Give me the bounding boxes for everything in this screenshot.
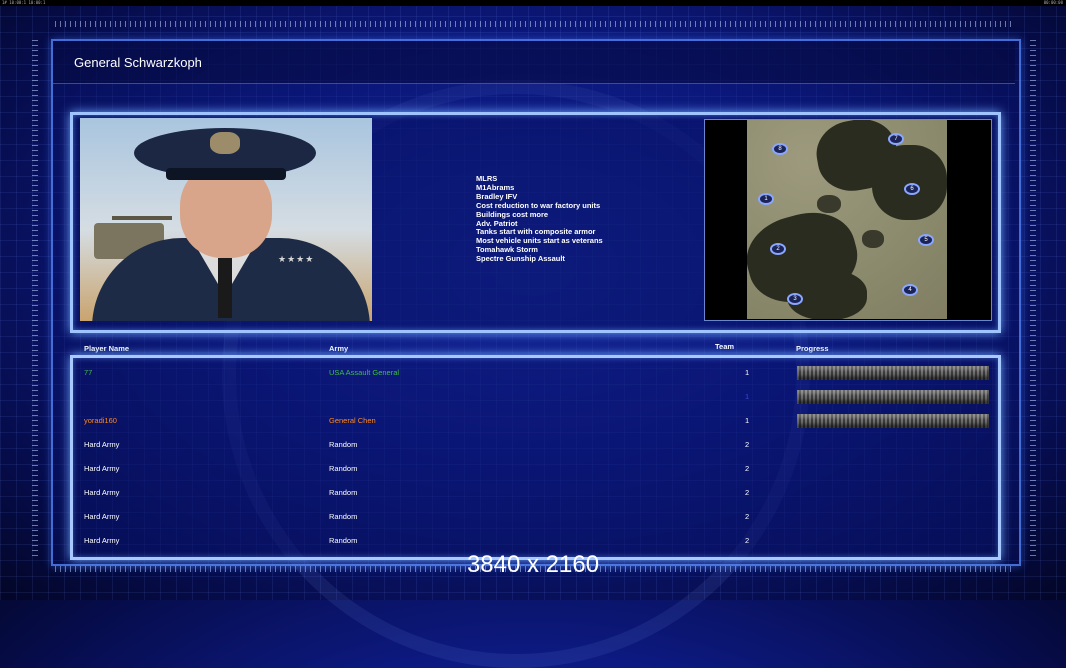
player-team: 2 bbox=[745, 464, 750, 473]
general-title: General Schwarzkoph bbox=[74, 55, 202, 70]
start-position-marker: 7 bbox=[888, 133, 904, 145]
player-row: Hard Army Random 2 bbox=[0, 438, 1066, 452]
player-row: Hard Army Random 2 bbox=[0, 486, 1066, 500]
cap-badge-icon bbox=[210, 132, 240, 154]
header-progress: Progress bbox=[796, 344, 829, 353]
player-team: 2 bbox=[745, 440, 750, 449]
start-position-marker: 2 bbox=[770, 243, 786, 255]
tie-shape bbox=[218, 258, 232, 318]
player-list-panel bbox=[70, 355, 1001, 560]
player-army: Random bbox=[329, 536, 358, 545]
player-army: Random bbox=[329, 512, 358, 521]
player-row: Hard Army Random 2 bbox=[0, 534, 1066, 548]
header-team: Team bbox=[715, 342, 735, 351]
right-ruler bbox=[1030, 40, 1036, 560]
player-army: USA Assault General bbox=[329, 368, 400, 377]
top-ruler bbox=[55, 21, 1011, 27]
player-team: 2 bbox=[745, 488, 750, 497]
player-progress-bar bbox=[797, 390, 989, 404]
header-army: Army bbox=[329, 344, 349, 353]
player-team: 1 bbox=[745, 392, 750, 401]
player-row: Hard Army Random 2 bbox=[0, 462, 1066, 476]
player-name: Hard Army bbox=[84, 512, 120, 521]
player-name: Hard Army bbox=[84, 440, 120, 449]
general-features-list: MLRS M1Abrams Bradley IFV Cost reduction… bbox=[476, 174, 603, 264]
start-position-marker: 5 bbox=[918, 234, 934, 246]
player-row: 77 USA Assault General 1 bbox=[0, 366, 1066, 380]
start-position-marker: 3 bbox=[787, 293, 803, 305]
general-portrait: ★★★★ bbox=[80, 118, 372, 321]
terrain-dark-patch bbox=[817, 195, 841, 213]
player-army: Random bbox=[329, 464, 358, 473]
system-bar: 1# 10:00:1 10:00:1 00:00:00 bbox=[0, 0, 1066, 6]
player-name: yoradi160 bbox=[84, 416, 117, 425]
start-position-marker: 1 bbox=[758, 193, 774, 205]
resolution-label: 3840 x 2160 bbox=[466, 551, 600, 578]
player-name: Hard Army bbox=[84, 488, 120, 497]
player-army: Random bbox=[329, 488, 358, 497]
player-name: 77 bbox=[84, 368, 93, 377]
left-ruler bbox=[32, 40, 38, 560]
player-name: Hard Army bbox=[84, 464, 120, 473]
player-team: 1 bbox=[745, 416, 750, 425]
tank-barrel-shape bbox=[112, 216, 172, 220]
header-player-name: Player Name bbox=[84, 344, 130, 353]
player-row: Hard Army Random 2 bbox=[0, 510, 1066, 524]
player-team: 2 bbox=[745, 536, 750, 545]
player-progress-bar bbox=[797, 366, 989, 380]
player-progress-bar bbox=[797, 414, 989, 428]
system-bar-left-text: 1# 10:00:1 10:00:1 bbox=[2, 0, 46, 5]
player-army: General Chen bbox=[329, 416, 376, 425]
start-position-marker: 6 bbox=[904, 183, 920, 195]
player-name: Hard Army bbox=[84, 536, 120, 545]
system-bar-right-text: 00:00:00 bbox=[1043, 0, 1063, 5]
start-position-marker: 4 bbox=[902, 284, 918, 296]
player-row: 1 bbox=[0, 390, 1066, 404]
rank-stars-icon: ★★★★ bbox=[278, 254, 315, 264]
feature-item: Spectre Gunship Assault bbox=[476, 254, 565, 264]
cap-band-shape bbox=[166, 168, 286, 180]
player-team: 2 bbox=[745, 512, 750, 521]
start-position-marker: 8 bbox=[772, 143, 788, 155]
player-army: Random bbox=[329, 440, 358, 449]
player-team: 1 bbox=[745, 368, 750, 377]
player-row: yoradi160 General Chen 1 bbox=[0, 414, 1066, 428]
terrain-dark-patch bbox=[862, 230, 884, 248]
